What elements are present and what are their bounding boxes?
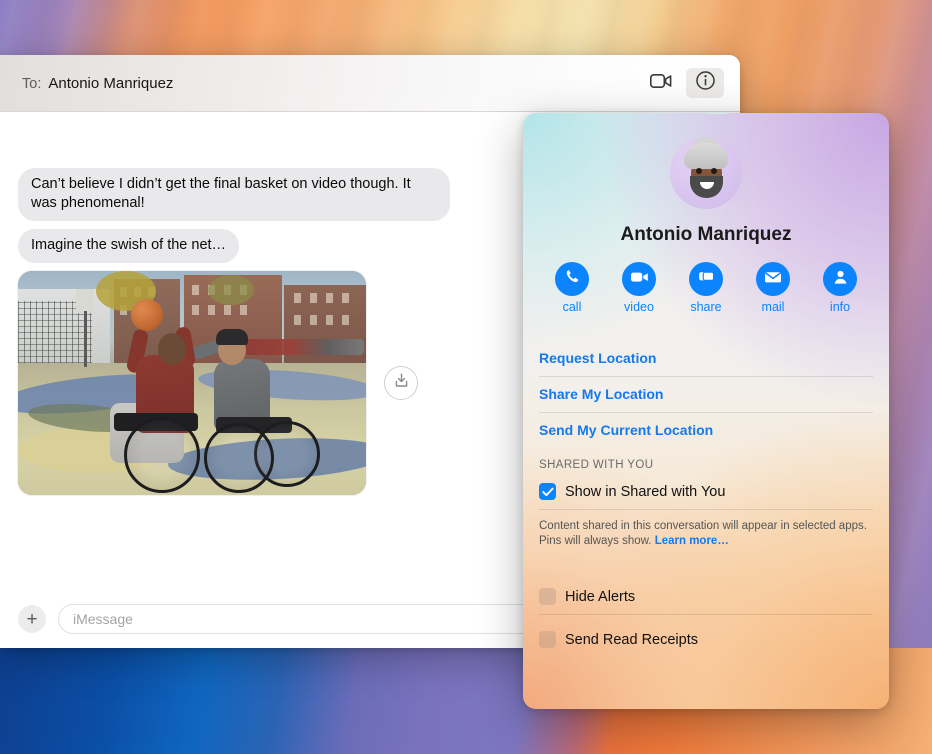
message-bubble-incoming[interactable]: Can’t believe I didn’t get the final bas… bbox=[18, 168, 450, 221]
video-camera-icon bbox=[630, 270, 649, 289]
to-field[interactable]: To: Antonio Manriquez bbox=[22, 75, 642, 92]
checkbox-unchecked[interactable] bbox=[539, 588, 556, 605]
details-info-button[interactable] bbox=[686, 68, 724, 98]
avatar-wrapper bbox=[523, 113, 889, 209]
action-mail[interactable]: mail bbox=[749, 262, 797, 314]
share-windows-icon bbox=[698, 269, 715, 289]
popover-options-list: Request Location Share My Location Send … bbox=[523, 314, 889, 657]
learn-more-link[interactable]: Learn more… bbox=[655, 535, 729, 547]
send-read-receipts-checkbox-row[interactable]: Send Read Receipts bbox=[539, 615, 873, 657]
checkmark-icon bbox=[541, 487, 554, 496]
send-my-current-location-button[interactable]: Send My Current Location bbox=[539, 413, 873, 448]
phone-icon-circle bbox=[555, 262, 589, 296]
contact-info-popover: Antonio Manriquez call video share mail … bbox=[523, 113, 889, 709]
to-recipient: Antonio Manriquez bbox=[48, 74, 174, 92]
popover-scroll-area[interactable]: Antonio Manriquez call video share mail … bbox=[523, 113, 889, 709]
action-label: call bbox=[562, 300, 582, 314]
facetime-button[interactable] bbox=[642, 68, 680, 98]
to-label: To: bbox=[22, 75, 42, 92]
share-icon-circle bbox=[689, 262, 723, 296]
checkbox-checked[interactable] bbox=[539, 483, 556, 500]
message-bubble-incoming[interactable]: Imagine the swish of the net… bbox=[18, 229, 240, 263]
avatar[interactable] bbox=[670, 137, 742, 209]
action-video[interactable]: video bbox=[615, 262, 663, 314]
video-camera-icon bbox=[650, 73, 672, 94]
checkbox-label: Hide Alerts bbox=[565, 588, 636, 605]
action-label: mail bbox=[761, 300, 785, 314]
download-icon bbox=[393, 372, 410, 394]
contact-name: Antonio Manriquez bbox=[620, 224, 792, 245]
action-label: share bbox=[690, 300, 722, 314]
window-titlebar: To: Antonio Manriquez bbox=[0, 55, 740, 112]
video-icon-circle bbox=[622, 262, 656, 296]
desktop-wallpaper: To: Antonio Manriquez Can’t believe I di… bbox=[0, 0, 932, 754]
action-label: info bbox=[829, 300, 851, 314]
action-label: video bbox=[624, 300, 654, 314]
request-location-button[interactable]: Request Location bbox=[539, 328, 873, 376]
save-attachment-button[interactable] bbox=[384, 366, 418, 400]
shared-with-you-heading: SHARED WITH YOU bbox=[539, 459, 654, 471]
checkbox-label: Show in Shared with You bbox=[565, 483, 726, 500]
phone-icon bbox=[564, 268, 581, 290]
envelope-icon bbox=[764, 270, 782, 289]
hide-alerts-checkbox-row[interactable]: Hide Alerts bbox=[539, 560, 873, 614]
mail-icon-circle bbox=[756, 262, 790, 296]
show-in-shared-with-you-checkbox-row[interactable]: Show in Shared with You bbox=[539, 478, 873, 509]
quick-actions: call video share mail info bbox=[523, 246, 889, 314]
checkbox-label: Send Read Receipts bbox=[565, 631, 698, 648]
attachment-photo[interactable] bbox=[18, 271, 366, 495]
share-my-location-button[interactable]: Share My Location bbox=[539, 377, 873, 412]
shared-with-you-footnote: Content shared in this conversation will… bbox=[539, 510, 873, 560]
action-share[interactable]: share bbox=[682, 262, 730, 314]
checkbox-unchecked[interactable] bbox=[539, 631, 556, 648]
person-circle-icon bbox=[831, 267, 850, 291]
info-icon-circle bbox=[823, 262, 857, 296]
action-call[interactable]: call bbox=[548, 262, 596, 314]
info-circle-icon bbox=[695, 70, 716, 96]
add-attachment-button[interactable]: + bbox=[18, 605, 46, 633]
action-info[interactable]: info bbox=[816, 262, 864, 314]
titlebar-actions bbox=[642, 68, 724, 98]
